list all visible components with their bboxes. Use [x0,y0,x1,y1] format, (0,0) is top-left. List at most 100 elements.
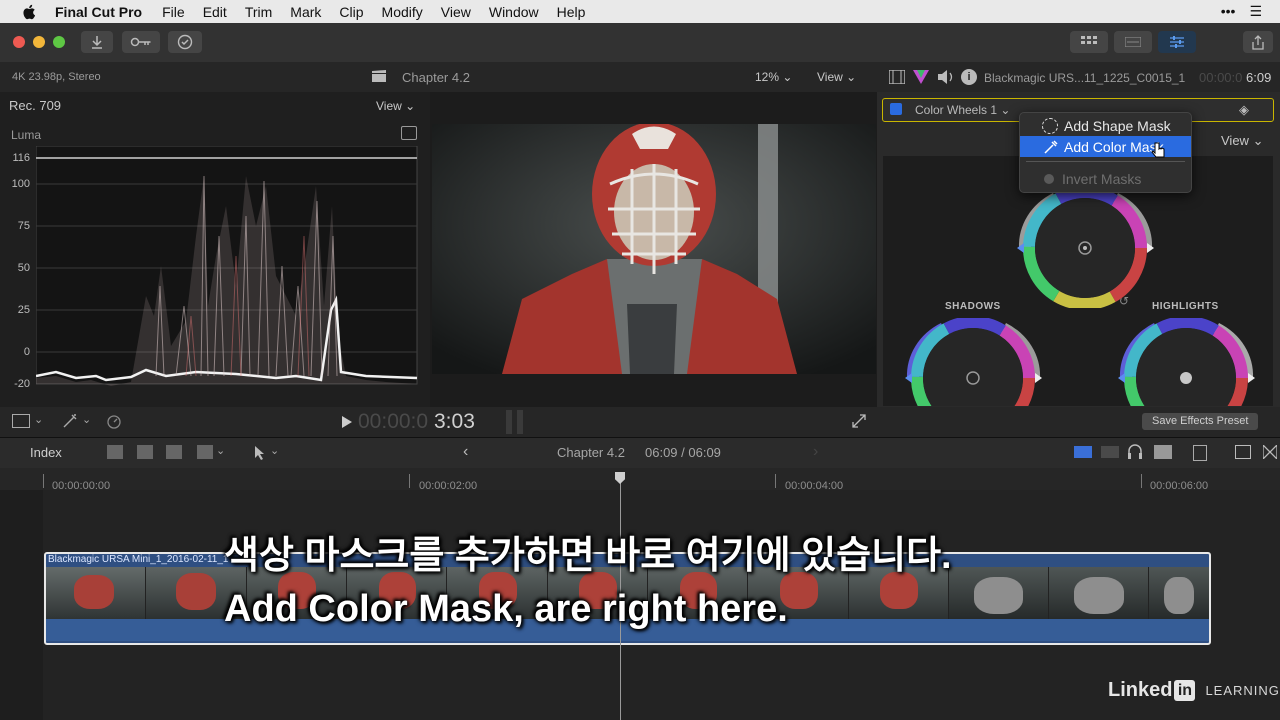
ruler-tick-mark [409,474,410,488]
scope-type-label: Luma [11,128,42,142]
zoom-dropdown[interactable]: 12% ⌄ [755,70,792,84]
video-scope-panel: 4K 23.98p, Stereo Rec. 709 View ⌄ Luma 1… [0,62,430,407]
scope-settings-icon[interactable] [401,126,417,140]
save-effects-preset-button[interactable]: Save Effects Preset [1142,413,1259,430]
learning-text: LEARNING [1205,683,1280,698]
highlights-color-wheel[interactable] [1114,318,1259,406]
skimming-icon[interactable] [1074,446,1092,458]
eyedropper-icon [1044,139,1058,154]
more-icon[interactable]: ••• [1221,3,1236,20]
effect-name-dropdown[interactable]: Color Wheels 1 ⌄ [915,103,1010,117]
menu-file[interactable]: File [162,4,185,20]
format-label: 4K 23.98p, Stereo [12,71,101,83]
info-icon[interactable]: i [961,69,977,85]
import-button[interactable] [81,31,113,53]
browser-toggle-button[interactable] [1070,31,1108,53]
audio-skimming-icon[interactable] [1101,446,1119,458]
keyframe-diamond-icon[interactable]: ◈ [1239,102,1249,118]
timeline-index-icon[interactable] [1235,445,1251,459]
viewer-title: Chapter 4.2 [402,70,470,85]
enhance-chevron-icon[interactable]: ⌄ [82,413,91,426]
overwrite-clip-icon[interactable] [197,445,213,459]
viewer-view-label: View [817,70,843,84]
timeline-ruler: 00:00:00:00 00:00:02:00 00:00:04:00 00:0… [0,468,1280,492]
menu-modify[interactable]: Modify [382,4,423,20]
audio-speaker-icon[interactable] [937,69,955,85]
menu-help[interactable]: Help [557,4,586,20]
ruler-tick: 00:00:06:00 [1150,480,1209,492]
clip-name-label: Blackmagic URSA Mini_1_2016-02-11_1 [48,554,229,565]
menu-trim[interactable]: Trim [245,4,272,20]
transform-icon[interactable] [12,414,30,428]
menu-clip[interactable]: Clip [339,4,363,20]
menu-window[interactable]: Window [489,4,539,20]
back-arrow-icon[interactable]: ‹ [463,443,468,461]
add-shape-mask-item[interactable]: Add Shape Mask [1020,115,1191,136]
timeline-toggle-button[interactable] [1114,31,1152,53]
filmstrip-frame [1149,567,1209,619]
forward-arrow-icon[interactable]: › [813,443,818,461]
close-window-button[interactable] [13,36,25,48]
play-icon[interactable] [342,416,352,428]
transform-chevron-icon[interactable]: ⌄ [34,413,43,426]
insert-clip-icon[interactable] [137,445,153,459]
menu-edit[interactable]: Edit [203,4,227,20]
timecode-display: 3:03 [434,410,475,433]
magic-wand-icon[interactable] [62,413,78,429]
effect-name-label: Color Wheels 1 [915,103,998,117]
inspector-toggle-button[interactable] [1158,31,1196,53]
filmstrip-frame [46,567,147,619]
film-icon[interactable] [889,70,905,84]
speed-gauge-icon[interactable] [106,413,122,429]
keywords-button[interactable] [122,31,160,53]
ruler-tick-mark [43,474,44,488]
timeline-position-label: 06:09 / 06:09 [645,445,721,460]
scope-view-label: View [376,99,402,113]
append-clip-icon[interactable] [166,445,182,459]
reset-icon[interactable]: ↺ [1119,294,1129,308]
menu-mark[interactable]: Mark [290,4,321,20]
headphones-icon[interactable] [1128,444,1142,460]
effect-enable-checkbox[interactable] [890,103,902,115]
fullscreen-icon[interactable] [852,414,866,428]
minimize-window-button[interactable] [33,36,45,48]
menu-final-cut-pro[interactable]: Final Cut Pro [55,4,142,20]
background-tasks-button[interactable] [168,31,202,53]
invert-mask-icon [1044,173,1054,184]
shadows-color-wheel[interactable] [901,318,1046,406]
apple-icon[interactable] [21,3,39,21]
snapping-icon[interactable] [1154,445,1172,459]
edit-chevron-icon[interactable]: ⌄ [216,444,225,457]
master-color-wheel[interactable] [1013,188,1158,308]
color-inspector-icon[interactable] [913,70,929,84]
grid-icon [1081,36,1097,44]
select-tool-icon[interactable] [254,445,266,461]
scope-view-dropdown[interactable]: View ⌄ [376,99,415,113]
add-shape-mask-label: Add Shape Mask [1064,117,1171,134]
add-color-mask-label: Add Color Mask [1064,138,1164,155]
timeline-panel: 00:00:00:00 00:00:02:00 00:00:04:00 00:0… [0,468,1280,720]
scope-y-label: 25 [17,304,30,316]
clip-appearance-icon[interactable] [1193,445,1207,461]
download-icon [92,36,102,49]
invert-masks-item[interactable]: Invert Masks [1020,168,1191,189]
linkedin-in-logo: in [1174,680,1196,701]
scope-y-label: -20 [14,378,30,390]
tool-chevron-icon[interactable]: ⌄ [270,444,279,457]
filmstrip-frame [1049,567,1150,619]
index-button[interactable]: Index [30,445,62,460]
scope-y-label: 0 [23,346,30,358]
korean-subtitle: 색상 마스크를 추가하면 바로 여기에 있습니다. [224,535,952,577]
bowtie-icon[interactable] [1263,445,1277,459]
menu-view[interactable]: View [441,4,471,20]
timeline-gutter [0,490,43,720]
invert-masks-label: Invert Masks [1062,170,1142,187]
inspector-view-dropdown[interactable]: View ⌄ [1221,133,1263,149]
viewer-view-dropdown[interactable]: View ⌄ [817,70,856,84]
list-icon[interactable]: ☰ [1249,3,1262,20]
zoom-window-button[interactable] [53,36,65,48]
connect-clip-icon[interactable] [107,445,123,459]
share-button[interactable] [1243,31,1273,53]
menu-bar: Final Cut Pro File Edit Trim Mark Clip M… [0,0,1280,23]
timecode-dim: 00:00:0 [358,410,429,433]
